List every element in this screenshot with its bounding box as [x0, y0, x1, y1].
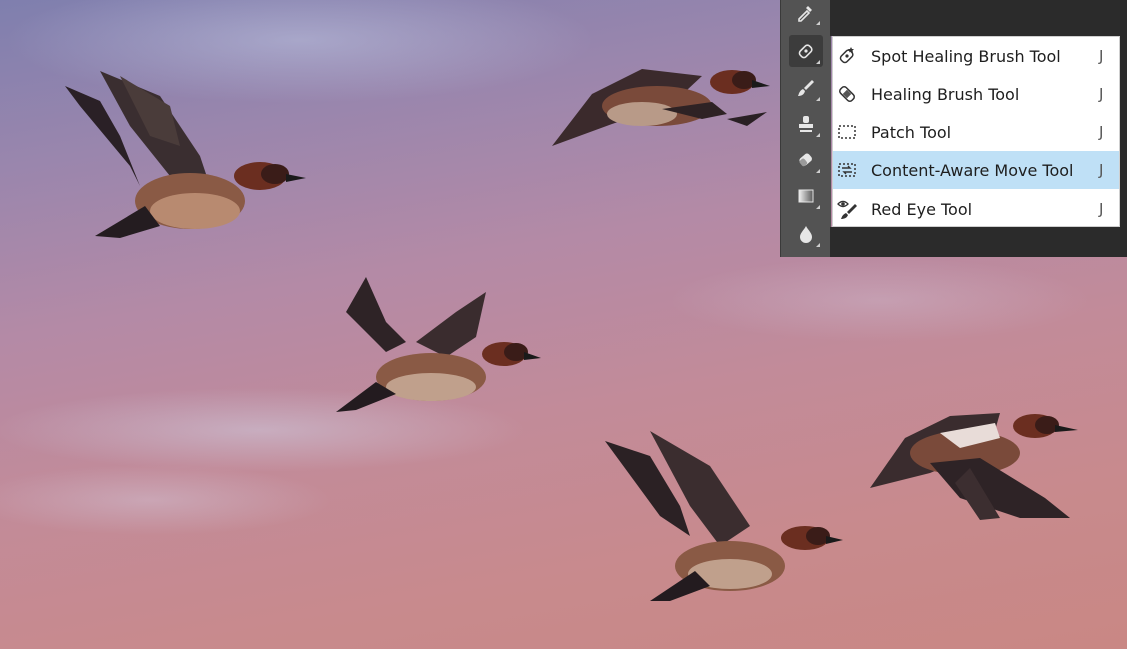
red-eye-icon: [836, 198, 858, 220]
brush-icon: [798, 80, 814, 96]
eraser-icon: [799, 153, 812, 167]
menu-item-shortcut: J: [1099, 161, 1104, 179]
menu-item-spot-healing-brush-tool[interactable]: Spot Healing Brush Tool J: [833, 37, 1119, 75]
gradient-icon: [798, 189, 814, 203]
spot-healing-brush-tool-button[interactable]: [789, 35, 823, 67]
healing-tools-flyout-menu: Spot Healing Brush Tool J Healing Brush …: [832, 36, 1120, 227]
menu-item-label: Content-Aware Move Tool: [871, 160, 1074, 180]
menu-item-label: Healing Brush Tool: [871, 84, 1020, 104]
menu-item-shortcut: J: [1099, 123, 1104, 141]
brush-tool-button[interactable]: [789, 72, 823, 104]
spot-healing-brush-icon: [798, 44, 813, 59]
healing-brush-icon: [836, 83, 858, 105]
menu-item-shortcut: J: [1099, 85, 1104, 103]
eyedropper-icon: [798, 6, 812, 22]
menu-item-content-aware-move-tool[interactable]: Content-Aware Move Tool J: [833, 151, 1119, 189]
panel-background: [1120, 36, 1127, 227]
menu-item-healing-brush-tool[interactable]: Healing Brush Tool J: [833, 75, 1119, 113]
blur-tool-button[interactable]: [789, 218, 823, 250]
blur-drop-icon: [800, 226, 812, 243]
spot-healing-brush-icon: [836, 45, 858, 67]
clone-stamp-tool-button[interactable]: [789, 108, 823, 140]
clone-stamp-icon: [799, 116, 813, 132]
gradient-tool-button[interactable]: [789, 180, 823, 212]
content-aware-move-icon: [836, 159, 858, 181]
options-panel-background: [830, 0, 1127, 36]
menu-item-shortcut: J: [1099, 47, 1104, 65]
duck-image: [336, 277, 541, 412]
panel-background: [830, 227, 1127, 257]
duck-image: [552, 69, 770, 146]
duck-image: [65, 71, 306, 238]
eyedropper-tool-button[interactable]: [789, 0, 823, 28]
menu-item-shortcut: J: [1099, 200, 1104, 218]
duck-image: [605, 431, 843, 601]
patch-icon: [836, 121, 858, 143]
tools-panel: [780, 0, 831, 257]
menu-item-label: Red Eye Tool: [871, 199, 973, 219]
duck-image: [870, 413, 1078, 520]
menu-item-patch-tool[interactable]: Patch Tool J: [833, 113, 1119, 151]
eraser-tool-button[interactable]: [789, 144, 823, 176]
menu-item-red-eye-tool[interactable]: Red Eye Tool J: [833, 190, 1119, 228]
menu-item-label: Patch Tool: [871, 122, 952, 142]
menu-item-label: Spot Healing Brush Tool: [871, 46, 1061, 66]
